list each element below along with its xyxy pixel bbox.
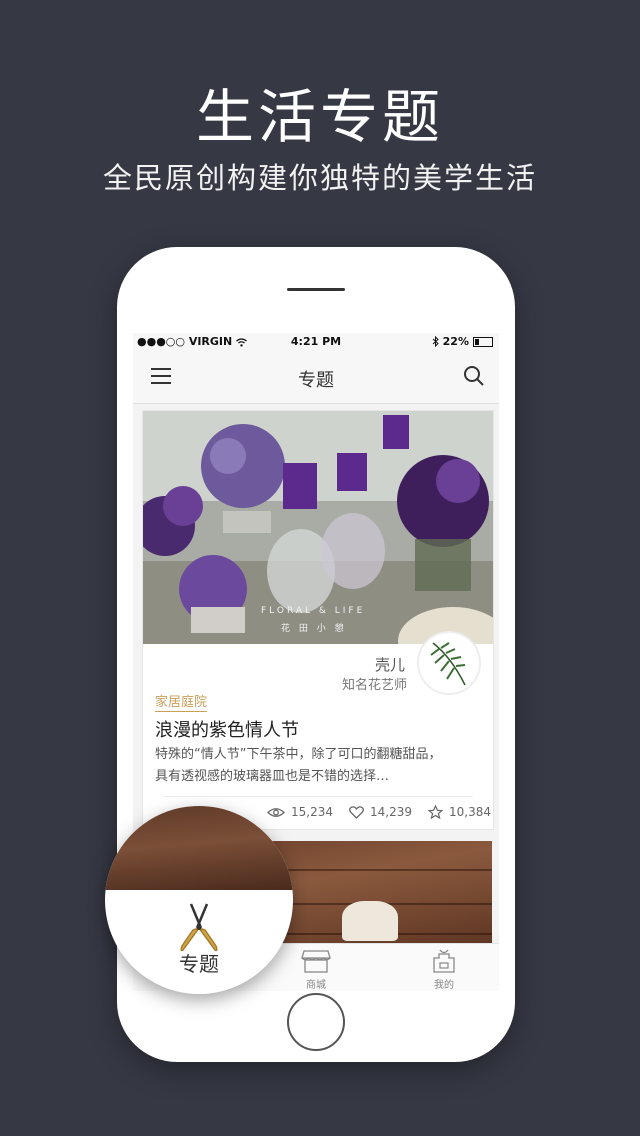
- battery-icon: [473, 336, 493, 347]
- promo-subtitle: 全民原创构建你独特的美学生活: [102, 161, 537, 195]
- battery-percent: 22%: [442, 335, 469, 348]
- promo-title: 生活专题: [195, 83, 444, 151]
- status-right: 22%: [432, 335, 493, 348]
- tab-mine[interactable]: 我的: [419, 949, 469, 991]
- author-title: 知名花艺师: [341, 678, 407, 693]
- apron-icon: [433, 949, 455, 973]
- scissors-icon: [180, 903, 218, 952]
- phone-speaker: [287, 288, 345, 291]
- tab-shop[interactable]: 商城: [291, 949, 341, 991]
- image-caption: FLORAL & LIFE: [261, 606, 366, 616]
- shop-icon: [301, 950, 331, 973]
- heart-icon: [349, 805, 364, 819]
- home-button[interactable]: [287, 993, 345, 1051]
- favorites-stat[interactable]: 10,384: [428, 805, 491, 819]
- tab-topics-label[interactable]: 专题: [105, 948, 293, 977]
- zoom-callout: 专题: [105, 806, 293, 994]
- author-avatar[interactable]: [417, 631, 481, 695]
- nav-bar: 专题: [133, 351, 499, 404]
- card-title[interactable]: 浪漫的紫色情人节: [155, 716, 299, 742]
- topic-card[interactable]: FLORAL & LIFE 花 田 小 憩 壳儿 知名花艺师 家居庭院 浪漫的紫…: [142, 410, 494, 830]
- zoom-wood-background: [105, 806, 293, 890]
- page-title: 专题: [298, 370, 334, 391]
- image-caption-cn: 花 田 小 憩: [281, 624, 347, 634]
- likes-stat[interactable]: 14,239: [349, 805, 412, 819]
- bluetooth-icon: [432, 336, 439, 347]
- status-bar: ●●●○○ VIRGIN 4:21 PM 22%: [133, 333, 499, 351]
- search-icon[interactable]: [463, 365, 485, 387]
- card-description: 特殊的“情人节”下午茶中，除了可口的翻糖甜品， 具有透视感的玻璃器皿也是不错的选…: [155, 747, 442, 784]
- card-divider: [163, 796, 473, 797]
- leaf-icon: [430, 642, 466, 686]
- star-icon: [428, 805, 443, 819]
- bow-decoration: [342, 901, 398, 941]
- author-name[interactable]: 壳儿: [375, 654, 405, 675]
- card-stats: 15,234 14,239 10,384: [267, 805, 491, 819]
- category-tag[interactable]: 家居庭院: [155, 691, 208, 712]
